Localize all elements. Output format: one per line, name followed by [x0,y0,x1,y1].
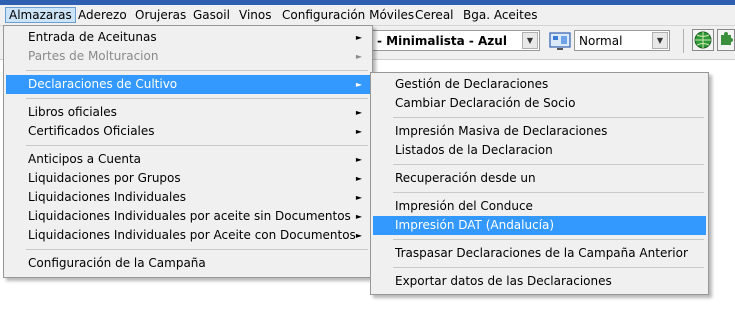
menu-item-label: Impresión del Conduce [395,199,533,213]
menu-item-entrada-aceitunas[interactable]: Entrada de Aceitunas ► [6,28,370,47]
menu-bar: Almazaras Aderezo Orujeras Gasoil Vinos … [0,5,735,26]
globe-icon[interactable] [692,29,714,51]
menu-item-label: Cambiar Declaración de Socio [395,96,576,110]
menu-separator [26,145,368,146]
theme-combo-value: - Minimalista - Azul [377,34,507,48]
menu-separator [26,70,368,71]
menu-item-certificados-oficiales[interactable]: Certificados Oficiales ► [6,122,370,141]
puzzle-icon[interactable] [717,29,735,51]
submenu-item-impresion-conduce[interactable]: Impresión del Conduce [373,197,706,216]
menu-almazaras[interactable]: Almazaras [5,7,76,23]
submenu-arrow-icon: ► [355,174,362,183]
submenu-item-traspasar-declaraciones[interactable]: Traspasar Declaraciones de la Campaña An… [373,244,706,263]
menu-aderezo[interactable]: Aderezo [75,7,130,23]
almazaras-menu: Entrada de Aceitunas ► Partes de Moltura… [3,25,373,278]
menu-item-label: Liquidaciones Individuales por aceite si… [28,209,351,223]
submenu-arrow-icon: ► [355,155,362,164]
menu-separator [393,117,704,118]
menu-item-configuracion-campana[interactable]: Configuración de la Campaña [6,254,370,273]
menu-item-liquidaciones-individuales[interactable]: Liquidaciones Individuales ► [6,188,370,207]
menu-item-label: Gestión de Declaraciones [395,77,549,91]
submenu-item-gestion-declaraciones[interactable]: Gestión de Declaraciones [373,75,706,94]
menu-cereal[interactable]: Cereal [412,7,457,23]
submenu-item-cambiar-declaracion[interactable]: Cambiar Declaración de Socio [373,94,706,113]
submenu-item-impresion-dat[interactable]: Impresión DAT (Andalucía) [373,216,706,235]
menu-item-libros-oficiales[interactable]: Libros oficiales ► [6,103,370,122]
menu-item-label: Entrada de Aceitunas [28,30,157,44]
submenu-arrow-icon: ► [355,52,362,61]
menu-orujeras[interactable]: Orujeras [132,7,189,23]
menu-separator [26,98,368,99]
menu-bga-aceites[interactable]: Bga. Aceites [460,7,540,23]
chevron-down-icon[interactable]: ▼ [652,32,668,49]
theme-combo[interactable]: - Minimalista - Azul ▼ [372,30,540,51]
menu-separator [26,249,368,250]
menu-item-anticipos-cuenta[interactable]: Anticipos a Cuenta ► [6,150,370,169]
submenu-item-exportar-datos[interactable]: Exportar datos de las Declaraciones [373,272,706,291]
menu-item-label: Partes de Molturacion [28,49,159,63]
submenu-item-impresion-masiva[interactable]: Impresión Masiva de Declaraciones [373,122,706,141]
menu-item-label: Impresión Masiva de Declaraciones [395,124,608,138]
submenu-arrow-icon: ► [355,231,362,240]
menu-configuracion-moviles[interactable]: Configuración Móviles [279,7,417,23]
submenu-arrow-icon: ► [355,33,362,42]
menu-item-label: Recuperación desde un [395,171,536,185]
chevron-down-icon[interactable]: ▼ [522,32,538,49]
view-combo[interactable]: Normal ▼ [574,30,670,51]
submenu-item-listados-declaracion[interactable]: Listados de la Declaracion [373,141,706,160]
menu-vinos[interactable]: Vinos [236,7,274,23]
menu-separator [393,192,704,193]
submenu-arrow-icon: ► [355,108,362,117]
menu-item-label: Listados de la Declaracion [395,143,553,157]
menu-item-label: Liquidaciones Individuales [28,190,186,204]
menu-item-label: Liquidaciones por Grupos [28,171,181,185]
display-mode-icon[interactable] [548,30,572,52]
menu-item-label: Impresión DAT (Andalucía) [395,218,555,232]
toolbar-separator [683,29,684,53]
submenu-arrow-icon: ► [355,193,362,202]
menu-item-label: Liquidaciones Individuales por Aceite co… [28,228,356,242]
menu-item-label: Libros oficiales [28,105,117,119]
menu-item-label: Declaraciones de Cultivo [28,77,178,91]
menu-separator [393,164,704,165]
submenu-item-recuperacion[interactable]: Recuperación desde un [373,169,706,188]
menu-item-liquidaciones-sin-documentos[interactable]: Liquidaciones Individuales por aceite si… [6,207,370,226]
menu-item-partes-molturacion: Partes de Molturacion ► [6,47,370,66]
menu-item-label: Anticipos a Cuenta [28,152,142,166]
submenu-arrow-icon: ► [355,212,362,221]
menu-item-liquidaciones-grupos[interactable]: Liquidaciones por Grupos ► [6,169,370,188]
menu-gasoil[interactable]: Gasoil [190,7,233,23]
menu-item-label: Configuración de la Campaña [28,256,206,270]
menu-separator [393,267,704,268]
menu-item-label: Traspasar Declaraciones de la Campaña An… [395,246,688,260]
menu-item-liquidaciones-con-documentos[interactable]: Liquidaciones Individuales por Aceite co… [6,226,370,245]
declaraciones-submenu: Gestión de Declaraciones Cambiar Declara… [370,72,709,295]
menu-separator [393,239,704,240]
submenu-arrow-icon: ► [355,80,362,89]
view-combo-value: Normal [579,34,623,48]
menu-item-label: Certificados Oficiales [28,124,155,138]
menu-item-label: Exportar datos de las Declaraciones [395,274,612,288]
submenu-arrow-icon: ► [355,127,362,136]
menu-item-declaraciones-cultivo[interactable]: Declaraciones de Cultivo ► [6,75,370,94]
